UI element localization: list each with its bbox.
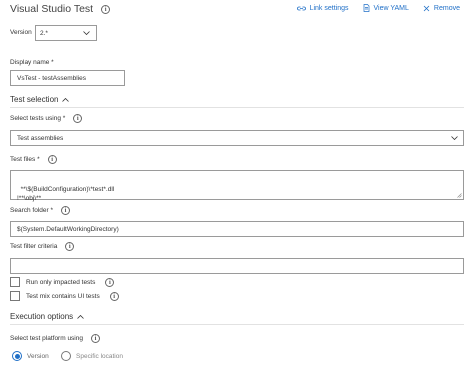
- run-impacted-checkbox[interactable]: [10, 277, 20, 287]
- filter-criteria-label-row: Test filter criteria i: [10, 242, 75, 251]
- display-name-label: Display name *: [10, 59, 54, 66]
- run-impacted-label: Run only impacted tests: [26, 278, 96, 286]
- version-select[interactable]: 2.*: [35, 25, 97, 41]
- search-folder-label-row: Search folder * i: [10, 206, 70, 215]
- chevron-down-icon: [83, 31, 90, 35]
- run-impacted-row: Run only impacted tests i: [10, 277, 115, 287]
- version-radio[interactable]: [12, 351, 22, 361]
- test-files-label-row: Test files * i: [10, 155, 57, 164]
- execution-options-heading: Execution options: [10, 312, 74, 321]
- specific-location-radio[interactable]: [61, 351, 71, 361]
- version-radio-label: Version: [27, 352, 49, 360]
- section-divider: [10, 324, 464, 325]
- info-icon[interactable]: i: [65, 242, 75, 251]
- chevron-down-icon: [451, 136, 458, 140]
- section-divider: [10, 107, 464, 108]
- view-yaml-button[interactable]: View YAML: [363, 4, 409, 12]
- display-name-value: VsTest - testAssemblies: [17, 75, 86, 82]
- view-yaml-label: View YAML: [373, 4, 409, 12]
- test-files-textarea[interactable]: **\$(BuildConfiguration)\*test*.dll !**\…: [10, 170, 464, 202]
- platform-label-row: Select test platform using i: [10, 334, 100, 343]
- select-tests-value: Test assemblies: [17, 134, 64, 142]
- test-selection-heading: Test selection: [10, 95, 59, 104]
- ui-tests-checkbox[interactable]: [10, 291, 20, 301]
- display-name-input[interactable]: VsTest - testAssemblies: [10, 70, 125, 86]
- info-icon[interactable]: i: [90, 334, 100, 343]
- version-label: Version: [10, 29, 32, 36]
- ui-tests-label: Test mix contains UI tests: [26, 292, 100, 300]
- info-icon[interactable]: i: [61, 206, 70, 215]
- test-selection-section-header[interactable]: Test selection: [10, 95, 70, 104]
- select-tests-label: Select tests using *: [10, 115, 66, 122]
- radio-option-specific[interactable]: Specific location: [61, 351, 123, 361]
- page-title: Visual Studio Test: [10, 3, 94, 15]
- link-settings-button[interactable]: Link settings: [296, 4, 349, 12]
- close-icon: [423, 5, 430, 11]
- select-tests-label-row: Select tests using * i: [10, 114, 83, 123]
- remove-button[interactable]: Remove: [423, 4, 460, 12]
- link-settings-label: Link settings: [309, 4, 349, 12]
- filter-criteria-label: Test filter criteria: [10, 243, 58, 250]
- select-tests-dropdown[interactable]: Test assemblies: [10, 130, 464, 146]
- execution-options-section-header[interactable]: Execution options: [10, 312, 84, 321]
- resize-handle-icon[interactable]: [457, 193, 462, 198]
- info-icon[interactable]: i: [109, 291, 119, 301]
- search-folder-input[interactable]: $(System.DefaultWorkingDirectory): [10, 221, 464, 237]
- ui-tests-row: Test mix contains UI tests i: [10, 291, 119, 301]
- radio-option-version[interactable]: Version: [12, 351, 49, 361]
- search-folder-label: Search folder *: [10, 207, 53, 214]
- document-icon: [363, 4, 369, 12]
- platform-label: Select test platform using: [10, 335, 83, 342]
- specific-location-radio-label: Specific location: [76, 352, 123, 360]
- info-icon[interactable]: i: [101, 4, 111, 14]
- info-icon[interactable]: i: [105, 277, 115, 287]
- chevron-up-icon: [77, 314, 84, 319]
- filter-criteria-input[interactable]: [10, 258, 464, 274]
- header-actions: Link settings View YAML Remove: [296, 4, 460, 12]
- version-select-value: 2.*: [40, 29, 48, 37]
- chevron-up-icon: [62, 97, 70, 102]
- search-folder-value: $(System.DefaultWorkingDirectory): [17, 226, 119, 233]
- info-icon[interactable]: i: [73, 114, 83, 123]
- test-files-label: Test files *: [10, 156, 40, 163]
- info-icon[interactable]: i: [47, 155, 57, 164]
- link-icon: [296, 6, 306, 10]
- task-header: Visual Studio Test i: [10, 3, 111, 15]
- remove-label: Remove: [433, 4, 460, 12]
- test-files-value: **\$(BuildConfiguration)\*test*.dll !**\…: [17, 186, 115, 202]
